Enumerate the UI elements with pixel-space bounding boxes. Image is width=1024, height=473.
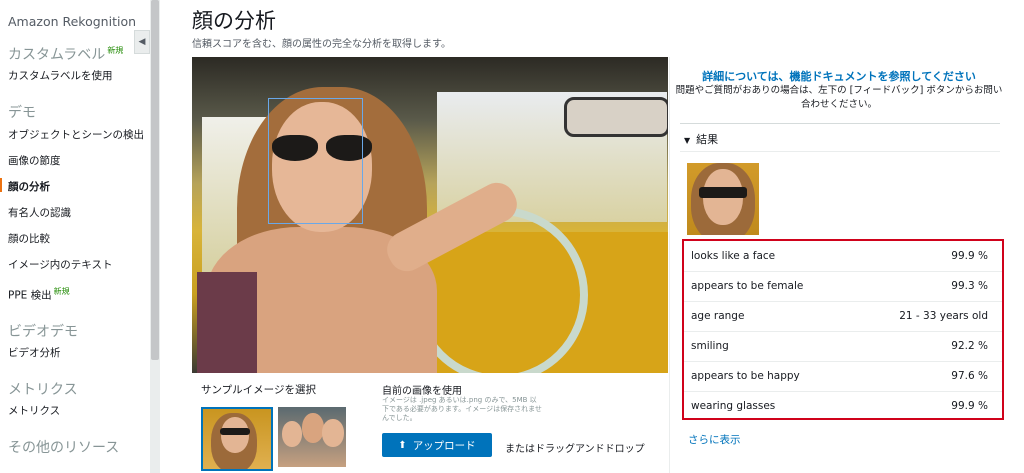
result-row: appears to be happy 97.6 % [684, 361, 1002, 392]
show-more-link[interactable]: さらに表示 [688, 432, 741, 447]
active-indicator [0, 178, 2, 192]
section-video-demo: ビデオデモ [8, 324, 78, 340]
sidebar-item-face-analysis[interactable]: 顔の分析 [8, 179, 50, 194]
result-label: smiling [691, 340, 729, 352]
result-label: looks like a face [691, 250, 776, 262]
section-heading: カスタムラベル [8, 47, 106, 63]
section-metrics: メトリクス [8, 382, 78, 398]
upload-note: イメージは .jpeg あるいは.png のみで、5MB 以下である必要がありま… [382, 396, 542, 422]
result-label: age range [691, 310, 745, 322]
crop-glasses [699, 187, 747, 198]
thumb-face [302, 413, 324, 443]
sidebar-item-ppe[interactable]: PPE 検出 新規 [8, 286, 70, 303]
documentation-link[interactable]: 詳細については、機能ドキュメントを参照してください [674, 68, 1004, 84]
result-value: 99.9 % [951, 250, 988, 262]
analyzed-image [192, 57, 668, 373]
sample-images-label: サンプルイメージを選択 [201, 384, 316, 396]
sidebar-item-face-compare[interactable]: 顔の比較 [8, 231, 50, 246]
result-value: 21 - 33 years old [899, 310, 988, 322]
help-text: 問題やご質問がおありの場合は、左下の [フィードバック] ボタンからお問い合わせ… [675, 85, 1003, 110]
sample-thumbnail-group[interactable] [278, 407, 346, 467]
result-row: age range 21 - 33 years old [684, 301, 1002, 332]
new-badge: 新規 [53, 287, 70, 296]
results-heading: 結果 [696, 133, 719, 146]
result-value: 92.2 % [951, 340, 988, 352]
sidebar-item-moderation[interactable]: 画像の節度 [8, 153, 61, 168]
sidebar-item-text-in-image[interactable]: イメージ内のテキスト [8, 257, 112, 272]
result-value: 97.6 % [951, 370, 988, 382]
panel-divider [669, 57, 670, 473]
section-other-resources: その他のリソース [8, 440, 120, 456]
results-toggle[interactable]: ▼ 結果 [684, 131, 718, 147]
result-label: appears to be happy [691, 370, 800, 382]
divider [680, 123, 1000, 124]
page-subtitle: 信頼スコアを含む、顔の属性の完全な分析を取得します。 [192, 39, 451, 50]
result-row: smiling 92.2 % [684, 331, 1002, 362]
thumb-face [282, 421, 302, 447]
thumb-face [221, 417, 249, 453]
sidebar-item-video-analysis[interactable]: ビデオ分析 [8, 345, 61, 360]
chevron-left-icon: ◀ [138, 37, 146, 47]
scrollbar-thumb[interactable] [151, 0, 159, 360]
result-row: appears to be female 99.3 % [684, 271, 1002, 302]
upload-button-label: アップロード [412, 439, 476, 452]
sidebar-item-object-scene[interactable]: オブジェクトとシーンの検出 [8, 127, 144, 142]
upload-icon: ⬆ [398, 439, 407, 451]
new-badge: 新規 [107, 46, 124, 56]
section-demo: デモ [8, 105, 36, 121]
thumb-face [322, 419, 344, 447]
results-table: looks like a face 99.9 % appears to be f… [682, 239, 1004, 420]
sample-thumbnail-selected[interactable] [201, 407, 273, 471]
result-value: 99.3 % [951, 280, 988, 292]
divider [680, 151, 1000, 152]
result-row: wearing glasses 99.9 % [684, 391, 1002, 421]
person-top [197, 272, 257, 373]
upload-button[interactable]: ⬆ アップロード [382, 433, 492, 457]
service-title[interactable]: Amazon Rekognition [8, 14, 136, 29]
sidebar-item-celebrity[interactable]: 有名人の認識 [8, 205, 71, 220]
caret-down-icon: ▼ [684, 136, 691, 145]
section-custom-labels: カスタムラベル 新規 [8, 44, 123, 64]
result-row: looks like a face 99.9 % [684, 241, 1002, 272]
result-label: appears to be female [691, 280, 804, 292]
sidebar-item-label: PPE 検出 [8, 289, 52, 302]
face-bounding-box [268, 98, 363, 224]
sidebar: Amazon Rekognition カスタムラベル 新規 カスタムラベルを使用 … [0, 0, 150, 473]
page-title: 顔の分析 [192, 9, 276, 33]
own-image-label: 自前の画像を使用 [382, 386, 462, 397]
sidebar-item-metrics[interactable]: メトリクス [8, 403, 60, 418]
collapse-sidebar-button[interactable]: ◀ [134, 30, 150, 54]
drag-drop-text: またはドラッグアンドドロップ [505, 444, 645, 455]
sidebar-item-custom-labels[interactable]: カスタムラベルを使用 [8, 68, 112, 83]
result-label: wearing glasses [691, 400, 776, 412]
detected-face-crop [687, 163, 759, 235]
thumb-glasses [220, 428, 250, 435]
result-value: 99.9 % [951, 400, 988, 412]
rearview-mirror [564, 97, 668, 137]
